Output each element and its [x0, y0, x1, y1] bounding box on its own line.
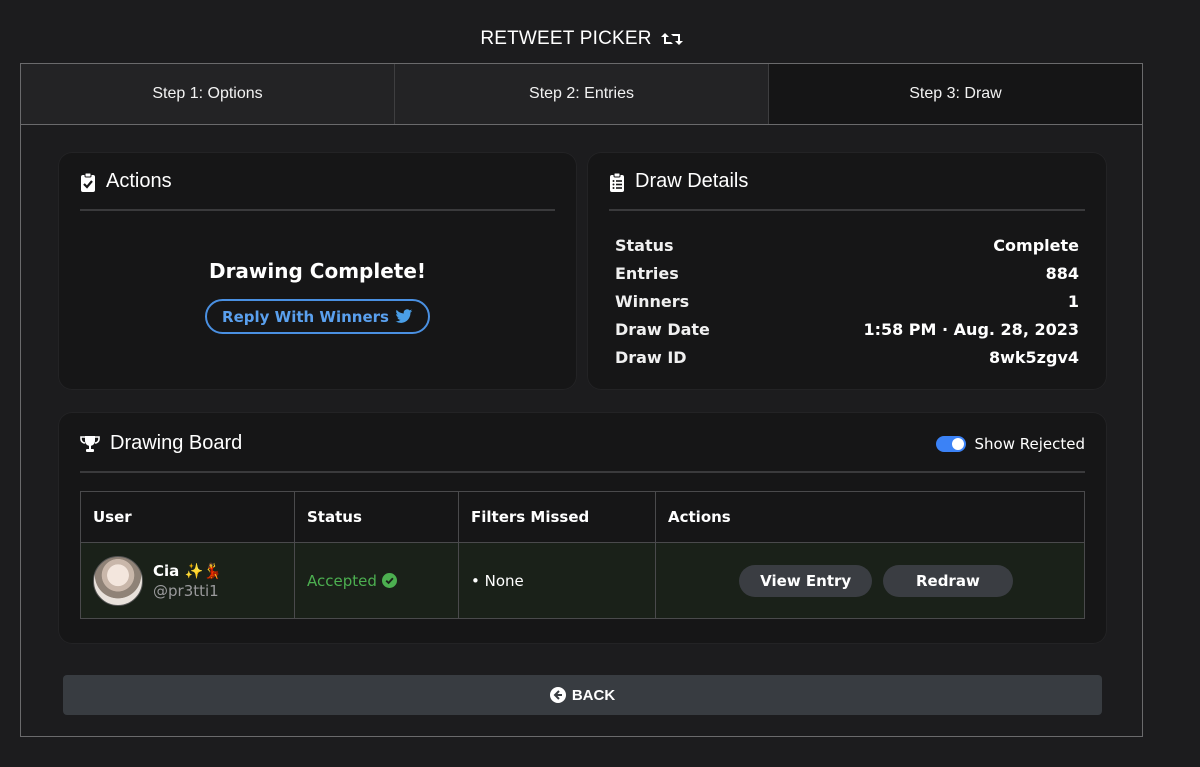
detail-key: Draw ID — [615, 347, 687, 367]
actions-title: Actions — [106, 170, 172, 192]
filters-cell: • None — [458, 542, 656, 619]
actions-cell: View Entry Redraw — [655, 542, 1085, 619]
drawing-board-title-group: Drawing Board — [80, 432, 242, 455]
detail-value: 1:58 PM · Aug. 28, 2023 — [863, 319, 1079, 339]
draw-details-header: Draw Details — [609, 170, 1085, 211]
detail-key: Status — [615, 235, 674, 255]
drawing-board-header: Drawing Board Show Rejected — [80, 432, 1085, 473]
column-header-actions: Actions — [655, 491, 1085, 543]
detail-value: 1 — [1067, 291, 1079, 311]
back-button[interactable]: BACK — [63, 675, 1102, 715]
app-title: RETWEET PICKER — [0, 28, 1164, 50]
view-entry-button[interactable]: View Entry — [739, 564, 873, 597]
detail-key: Draw Date — [615, 319, 710, 339]
status-cell: Accepted — [294, 542, 459, 619]
app-title-text: RETWEET PICKER — [480, 28, 652, 49]
arrow-circle-left-icon — [549, 687, 566, 703]
user-name: Cia ✨💃 — [153, 561, 222, 580]
clipboard-list-icon — [610, 172, 624, 192]
show-rejected-label: Show Rejected — [974, 434, 1086, 453]
detail-value: 884 — [1045, 263, 1079, 283]
actions-card: Actions Drawing Complete! Reply With Win… — [58, 152, 577, 390]
draw-details-card: Draw Details Status Complete Entries 884… — [587, 152, 1107, 390]
table-row: Cia ✨💃 @pr3tti1 Accepted • None View Ent… — [80, 542, 1085, 619]
reply-with-winners-button[interactable]: Reply With Winners — [205, 299, 430, 334]
draw-details-title: Draw Details — [635, 170, 749, 192]
toggle-knob — [951, 437, 964, 450]
tab-entries[interactable]: Step 2: Entries — [395, 64, 769, 124]
column-header-status: Status — [294, 491, 459, 543]
drawing-complete-message: Drawing Complete! — [208, 259, 427, 283]
detail-row-draw-date: Draw Date 1:58 PM · Aug. 28, 2023 — [615, 315, 1079, 343]
tab-draw[interactable]: Step 3: Draw — [769, 64, 1142, 124]
avatar[interactable] — [93, 555, 143, 606]
user-handle[interactable]: @pr3tti1 — [153, 582, 222, 600]
main-frame: Step 1: Options Step 2: Entries Step 3: … — [20, 63, 1143, 737]
detail-row-entries: Entries 884 — [615, 259, 1079, 287]
draw-details-list: Status Complete Entries 884 Winners 1 Dr… — [609, 231, 1085, 371]
show-rejected-toggle[interactable] — [935, 435, 966, 452]
table-header-row: User Status Filters Missed Actions — [80, 491, 1085, 543]
status-badge: Accepted — [307, 572, 458, 590]
check-circle-icon — [381, 573, 397, 588]
show-rejected-control: Show Rejected — [935, 434, 1086, 453]
trophy-icon — [80, 435, 100, 452]
actions-header: Actions — [80, 170, 555, 211]
tab-options[interactable]: Step 1: Options — [21, 64, 395, 124]
drawing-board-title: Drawing Board — [110, 432, 243, 454]
redraw-button[interactable]: Redraw — [882, 564, 1013, 597]
step-tabs: Step 1: Options Step 2: Entries Step 3: … — [21, 64, 1142, 125]
detail-key: Entries — [615, 263, 679, 283]
detail-key: Winners — [615, 291, 690, 311]
retweet-icon — [660, 33, 683, 45]
column-header-filters: Filters Missed — [458, 491, 656, 543]
status-text: Accepted — [307, 571, 377, 590]
clipboard-check-icon — [81, 172, 95, 192]
column-header-user: User — [80, 491, 295, 543]
drawing-board-card: Drawing Board Show Rejected User Status … — [58, 412, 1107, 644]
detail-value: Complete — [993, 235, 1079, 255]
user-cell: Cia ✨💃 @pr3tti1 — [80, 542, 295, 619]
detail-row-winners: Winners 1 — [615, 287, 1079, 315]
twitter-bird-icon — [395, 309, 413, 323]
back-button-label: BACK — [571, 686, 616, 704]
detail-row-draw-id: Draw ID 8wk5zgv4 — [615, 343, 1079, 371]
detail-value: 8wk5zgv4 — [988, 347, 1079, 367]
reply-button-label: Reply With Winners — [222, 307, 389, 326]
detail-row-status: Status Complete — [615, 231, 1079, 259]
entries-table: User Status Filters Missed Actions Cia ✨… — [80, 491, 1085, 619]
